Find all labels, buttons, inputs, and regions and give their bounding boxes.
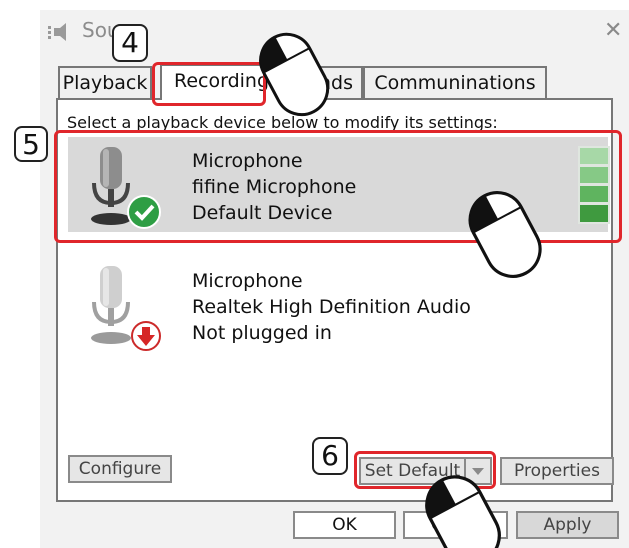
ok-button[interactable]: OK [293, 511, 396, 539]
device-description: Realtek High Definition Audio [192, 296, 471, 318]
apply-button[interactable]: Apply [516, 511, 619, 539]
device-status: Not plugged in [192, 322, 332, 344]
mouse-icon [468, 191, 542, 278]
mouse-icon [425, 475, 501, 548]
step-6-badge: 6 [312, 437, 348, 475]
highlight-recording-tab [152, 62, 266, 106]
configure-button[interactable]: Configure [68, 455, 172, 483]
properties-button[interactable]: Properties [500, 457, 614, 485]
step-5-badge: 5 [14, 126, 48, 162]
down-arrow-icon [131, 321, 161, 351]
device-name: Microphone [192, 270, 303, 292]
tab-communications[interactable]: Communinations [363, 66, 547, 98]
tab-playback[interactable]: Playback [58, 66, 152, 98]
speaker-icon [48, 23, 66, 41]
step-4-badge: 4 [112, 24, 148, 62]
mouse-icon [259, 32, 330, 117]
close-icon[interactable]: ✕ [604, 18, 622, 44]
